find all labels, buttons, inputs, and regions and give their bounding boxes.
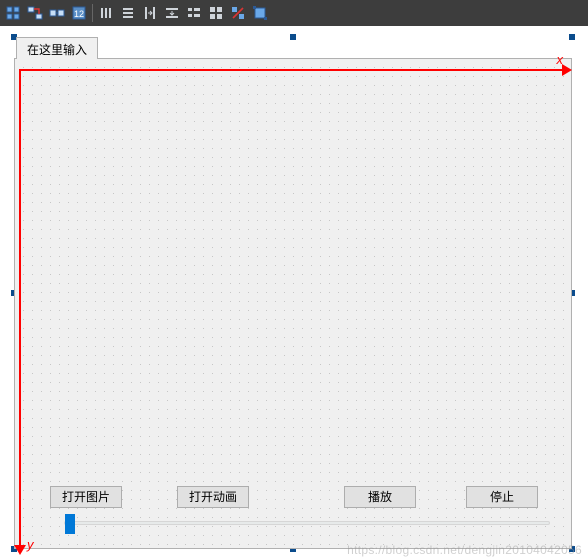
button-label: 打开动画 [189, 490, 237, 504]
toolbar: 12 [0, 0, 588, 26]
button-label: 打开图片 [62, 490, 110, 504]
edit-signals-icon[interactable] [24, 2, 46, 24]
play-button[interactable]: 播放 [344, 486, 416, 508]
tab-header[interactable]: 在这里输入 [16, 37, 98, 59]
layout-form-icon[interactable] [183, 2, 205, 24]
layout-vertical-icon[interactable] [117, 2, 139, 24]
edit-buddies-icon[interactable] [46, 2, 68, 24]
svg-text:12: 12 [74, 9, 84, 19]
button-label: 播放 [368, 490, 392, 504]
layout-horizontal-icon[interactable] [95, 2, 117, 24]
toolbar-separator [92, 4, 93, 22]
x-axis-label: x [557, 52, 564, 67]
stop-button[interactable]: 停止 [466, 486, 538, 508]
y-axis-arrow [19, 69, 21, 547]
button-label: 停止 [490, 490, 514, 504]
layout-v-splitter-icon[interactable] [161, 2, 183, 24]
tab-page[interactable]: x y 打开图片 打开动画 播放 停止 [14, 58, 572, 549]
progress-slider[interactable] [64, 521, 550, 525]
open-animation-button[interactable]: 打开动画 [177, 486, 249, 508]
adjust-size-icon[interactable] [249, 2, 271, 24]
layout-grid-icon[interactable] [205, 2, 227, 24]
tab-widget[interactable]: 在这里输入 x y 打开图片 打开动画 播放 停止 [14, 37, 572, 549]
y-axis-label: y [27, 537, 34, 552]
tab-label: 在这里输入 [27, 43, 87, 57]
layout-h-splitter-icon[interactable] [139, 2, 161, 24]
x-axis-arrow [19, 69, 564, 71]
break-layout-icon[interactable] [227, 2, 249, 24]
edit-tab-order-icon[interactable]: 12 [68, 2, 90, 24]
edit-widgets-icon[interactable] [2, 2, 24, 24]
open-image-button[interactable]: 打开图片 [50, 486, 122, 508]
designer-canvas[interactable]: 在这里输入 x y 打开图片 打开动画 播放 停止 https://blog.c… [0, 26, 588, 559]
slider-thumb[interactable] [65, 514, 75, 534]
